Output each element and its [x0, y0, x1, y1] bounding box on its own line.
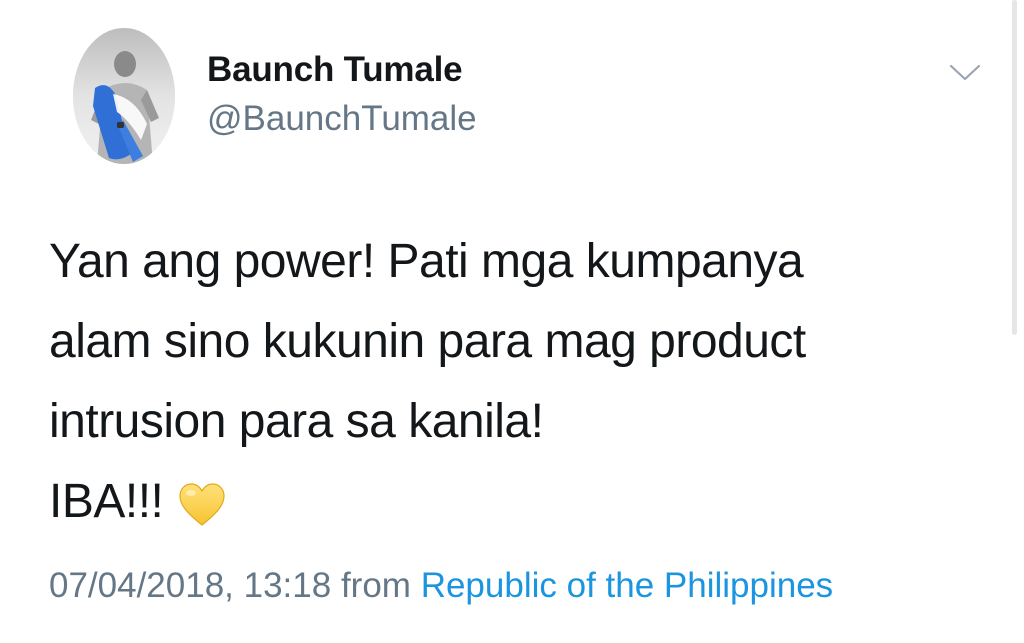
from-label: from [340, 566, 411, 605]
yellow-heart-icon [177, 474, 227, 527]
tweet-line: IBA!!! [49, 475, 164, 528]
tweet-text: Yan ang power! Pati mga kumpanya alam si… [49, 222, 949, 542]
tweet-meta: 07/04/2018, 13:18 from Republic of the P… [49, 566, 833, 606]
source-link[interactable]: Republic of the Philippines [421, 566, 833, 605]
profile-photo-icon [73, 28, 175, 164]
tweet-line: intrusion para sa kanila! [49, 395, 544, 448]
user-handle[interactable]: @BaunchTumale [207, 99, 477, 139]
timestamp[interactable]: 07/04/2018, 13:18 [49, 566, 331, 605]
avatar[interactable] [73, 28, 175, 164]
tweet-line-last: IBA!!! [49, 462, 949, 542]
chevron-down-icon[interactable] [945, 57, 985, 87]
tweet-line: alam sino kukunin para mag product [49, 315, 806, 368]
tweet-line: Yan ang power! Pati mga kumpanya [49, 235, 804, 288]
tweet-card: Baunch Tumale @BaunchTumale Yan ang powe… [0, 0, 1024, 643]
display-name[interactable]: Baunch Tumale [207, 50, 463, 90]
scrollbar[interactable] [1012, 0, 1017, 335]
